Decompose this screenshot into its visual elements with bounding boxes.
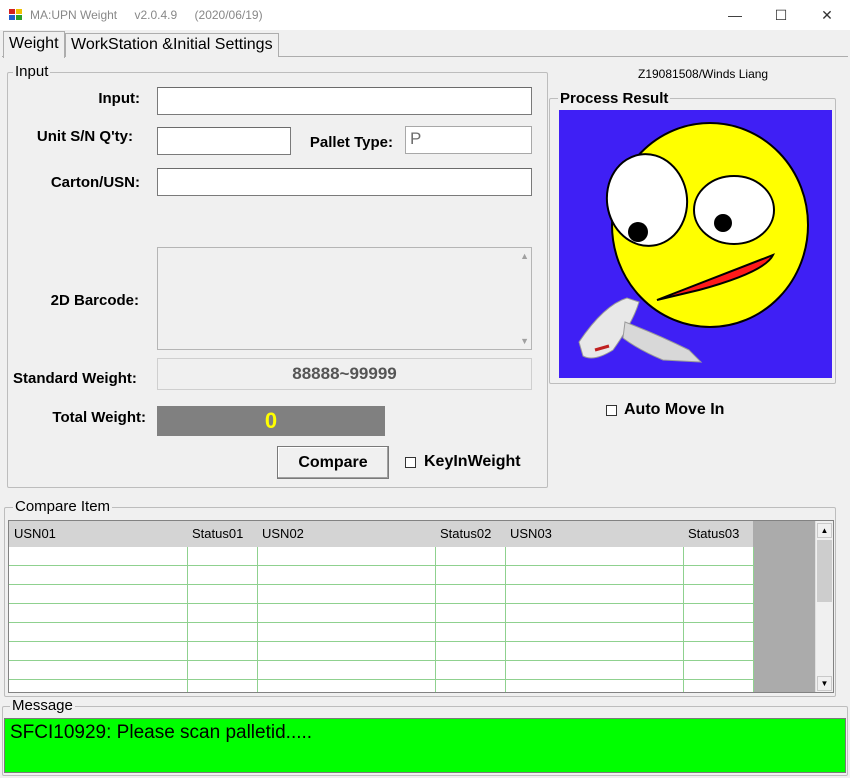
pallet-type-label: Pallet Type: xyxy=(309,134,393,151)
input-field-value xyxy=(158,88,531,92)
pallet-type-value: P xyxy=(410,129,422,148)
table-row[interactable] xyxy=(9,623,753,642)
scroll-down-arrow-icon[interactable]: ▼ xyxy=(817,676,832,691)
column-divider xyxy=(505,547,506,692)
maximize-button[interactable]: ☐ xyxy=(758,0,804,30)
table-row[interactable] xyxy=(9,680,753,692)
unit-sn-qty-field[interactable] xyxy=(157,127,291,155)
column-header-usn01[interactable]: USN01 xyxy=(14,526,56,541)
table-row[interactable] xyxy=(9,642,753,661)
table-row[interactable] xyxy=(9,661,753,680)
table-row[interactable] xyxy=(9,585,753,604)
user-info: Z19081508/Winds Liang xyxy=(638,67,769,81)
minimize-button[interactable]: — xyxy=(712,0,758,30)
column-divider xyxy=(435,547,436,692)
title-bar: MA:UPN Weight v2.0.4.9 (2020/06/19) — ☐ … xyxy=(0,0,850,30)
unit-sn-qty-value xyxy=(158,128,290,132)
column-divider xyxy=(683,547,684,692)
tab-weight[interactable]: Weight xyxy=(3,31,65,58)
unit-sn-qty-label: Unit S/N Q'ty: xyxy=(36,128,133,145)
table-row[interactable] xyxy=(9,547,753,566)
close-button[interactable]: ✕ xyxy=(804,0,850,30)
window-title: MA:UPN Weight v2.0.4.9 (2020/06/19) xyxy=(30,8,277,22)
auto-move-in-checkbox[interactable] xyxy=(606,405,617,416)
input-field[interactable] xyxy=(157,87,532,115)
app-name: MA:UPN Weight xyxy=(30,8,118,22)
carton-usn-value xyxy=(158,169,531,173)
column-header-usn03[interactable]: USN03 xyxy=(510,526,552,541)
scroll-thumb[interactable] xyxy=(817,540,832,602)
2d-barcode-label: 2D Barcode: xyxy=(50,292,139,309)
grid-vertical-scrollbar[interactable]: ▲ ▼ xyxy=(815,521,833,692)
column-header-status03[interactable]: Status03 xyxy=(688,526,739,541)
column-header-usn02[interactable]: USN02 xyxy=(262,526,304,541)
2d-barcode-textarea[interactable]: ▲ ▼ xyxy=(157,247,532,350)
tab-workstation-settings[interactable]: WorkStation &Initial Settings xyxy=(65,33,279,57)
compare-button[interactable]: Compare xyxy=(277,446,389,479)
standard-weight-label: Standard Weight: xyxy=(13,370,137,387)
standard-weight-value: 88888~99999 xyxy=(157,358,532,390)
confused-face-icon xyxy=(578,122,809,363)
column-divider xyxy=(257,547,258,692)
app-date: (2020/06/19) xyxy=(194,8,263,22)
grid-header: USN01 Status01 USN02 Status02 USN03 Stat… xyxy=(9,521,753,547)
column-header-status02[interactable]: Status02 xyxy=(440,526,491,541)
pallet-type-field[interactable]: P xyxy=(405,126,532,154)
table-row[interactable] xyxy=(9,566,753,585)
keyin-weight-checkbox[interactable] xyxy=(405,457,416,468)
compare-item-title: Compare Item xyxy=(13,498,113,515)
scroll-up-arrow-icon[interactable]: ▲ xyxy=(817,523,832,538)
total-weight-value: 0 xyxy=(157,406,385,436)
message-text: SFCI10929: Please scan palletid..... xyxy=(4,718,846,773)
column-header-status01[interactable]: Status01 xyxy=(192,526,243,541)
carton-usn-label: Carton/USN: xyxy=(50,174,140,191)
column-divider xyxy=(187,547,188,692)
table-row[interactable] xyxy=(9,604,753,623)
total-weight-label: Total Weight: xyxy=(52,409,146,426)
textarea-scroll-up-icon[interactable]: ▲ xyxy=(520,251,529,261)
process-result-image xyxy=(559,110,832,378)
carton-usn-field[interactable] xyxy=(157,168,532,196)
input-label: Input: xyxy=(98,90,140,107)
textarea-scroll-down-icon[interactable]: ▼ xyxy=(520,336,529,346)
message-title: Message xyxy=(10,697,75,714)
app-version: v2.0.4.9 xyxy=(134,8,178,22)
2d-barcode-value xyxy=(158,248,531,252)
compare-item-grid[interactable]: USN01 Status01 USN02 Status02 USN03 Stat… xyxy=(8,520,834,693)
keyin-weight-label: KeyInWeight xyxy=(424,453,521,470)
app-icon xyxy=(9,9,23,21)
auto-move-in-label: Auto Move In xyxy=(624,401,725,418)
column-divider xyxy=(753,547,754,692)
process-result-title: Process Result xyxy=(558,90,671,107)
input-group-title: Input xyxy=(13,63,51,80)
